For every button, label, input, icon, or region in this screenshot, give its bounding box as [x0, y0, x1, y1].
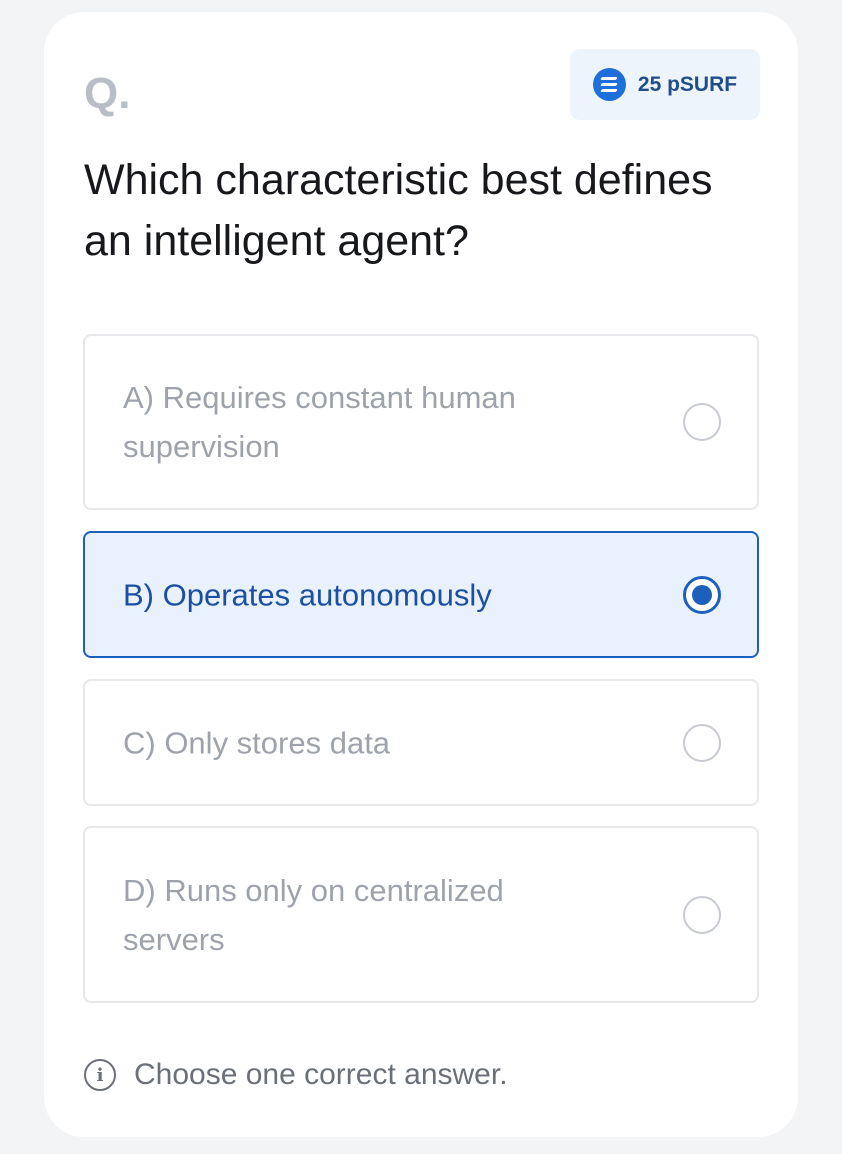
option-d[interactable]: D) Runs only on centralized servers: [83, 826, 759, 1003]
question-label: Q.: [84, 69, 131, 118]
option-b-label: B) Operates autonomously: [123, 577, 492, 612]
reward-amount: 25 pSURF: [637, 72, 738, 96]
option-d-radio[interactable]: [683, 895, 721, 934]
option-c-label: C) Only stores data: [123, 725, 391, 760]
quiz-card: Q. 25 pSURF Which characteristic best de…: [44, 12, 798, 1137]
option-c[interactable]: C) Only stores data: [83, 679, 759, 806]
option-a[interactable]: A) Requires constant human supervision: [83, 334, 759, 510]
option-c-radio[interactable]: [683, 723, 721, 762]
option-a-label: A) Requires constant human supervision: [123, 380, 516, 464]
hint-text: Choose one correct answer.: [134, 1058, 508, 1091]
option-d-label: D) Runs only on centralized servers: [123, 872, 504, 957]
option-b-radio[interactable]: [683, 575, 721, 614]
option-b[interactable]: B) Operates autonomously: [83, 531, 759, 658]
hint: i Choose one correct answer.: [84, 1058, 508, 1092]
reward-badge: 25 pSURF: [570, 49, 760, 120]
option-a-radio[interactable]: [683, 403, 721, 441]
info-icon: i: [84, 1059, 116, 1091]
coin-icon: [592, 68, 626, 101]
question-text: Which characteristic best defines an int…: [84, 156, 713, 265]
